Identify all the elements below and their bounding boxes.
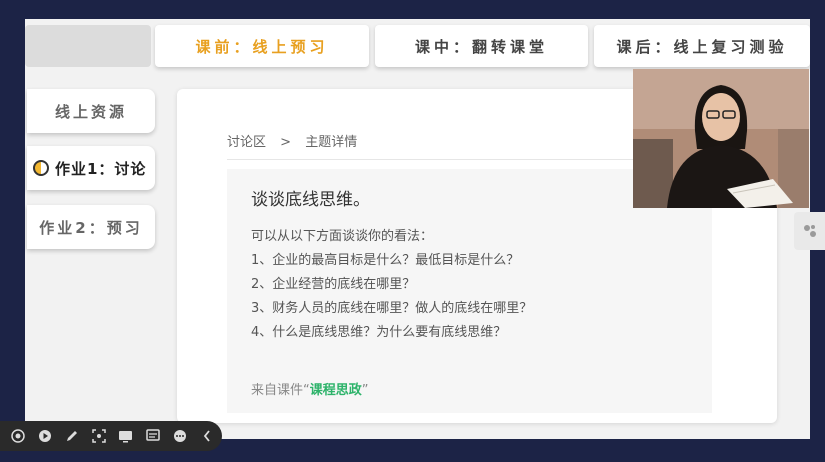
tab-post-class[interactable]: 课后：线上复习测验 (594, 25, 810, 67)
post-source: 来自课件“课程思政” (251, 379, 369, 398)
breadcrumb-root[interactable]: 讨论区 (227, 135, 266, 150)
source-prefix: 来自课件“ (251, 383, 310, 398)
tab-pre-class[interactable]: 课前：线上预习 (155, 25, 369, 67)
tab-bar: 课前：线上预习 课中：翻转课堂 课后：线上复习测验 (25, 19, 810, 71)
tab-in-class[interactable]: 课中：翻转课堂 (375, 25, 588, 67)
breadcrumb: 讨论区 > 主题详情 (227, 131, 367, 150)
question-item: 3、财务人员的底线在哪里？做人的底线在哪里？ (251, 301, 533, 316)
play-icon[interactable] (31, 425, 58, 447)
sidebar-item-label: 作业1：讨论 (55, 159, 147, 178)
pen-icon[interactable] (58, 425, 85, 447)
source-suffix: ” (361, 383, 369, 398)
presenter-image (633, 69, 809, 208)
source-link[interactable]: 课程思政 (310, 383, 362, 398)
sidebar-item-assignment-1[interactable]: 作业1：讨论 (27, 146, 155, 190)
presenter-video (633, 69, 809, 208)
subtitle-icon[interactable] (139, 425, 166, 447)
post-body: 可以从以下方面谈谈你的看法： 1、企业的最高目标是什么？最低目标是什么？ 2、企… (251, 225, 532, 345)
question-item: 2、企业经营的底线在哪里？ (251, 277, 416, 292)
record-icon[interactable] (4, 425, 31, 447)
screen-icon[interactable] (112, 425, 139, 447)
progress-half-icon (33, 160, 49, 176)
collaborator-icon (803, 225, 816, 237)
collapse-icon[interactable] (193, 425, 220, 447)
breadcrumb-separator-icon: > (280, 135, 292, 150)
breadcrumb-current: 主题详情 (305, 135, 358, 150)
side-tool-button[interactable] (794, 212, 825, 250)
presenter-toolbar (0, 421, 222, 451)
sidebar-item-online-resources[interactable]: 线上资源 (27, 89, 155, 133)
sidebar-item-label: 线上资源 (54, 102, 127, 121)
post-title: 谈谈底线思维。 (251, 190, 370, 210)
sidebar-item-assignment-2[interactable]: 作业2：预习 (27, 205, 155, 249)
question-item: 4、什么是底线思维？为什么要有底线思维？ (251, 325, 507, 340)
screenshot-icon[interactable] (85, 425, 112, 447)
question-item: 1、企业的最高目标是什么？最低目标是什么？ (251, 253, 520, 268)
sidebar-item-label: 作业2：预习 (39, 218, 143, 237)
more-icon[interactable] (166, 425, 193, 447)
tab-blank (25, 25, 151, 67)
post-intro: 可以从以下方面谈谈你的看法： (251, 229, 434, 244)
